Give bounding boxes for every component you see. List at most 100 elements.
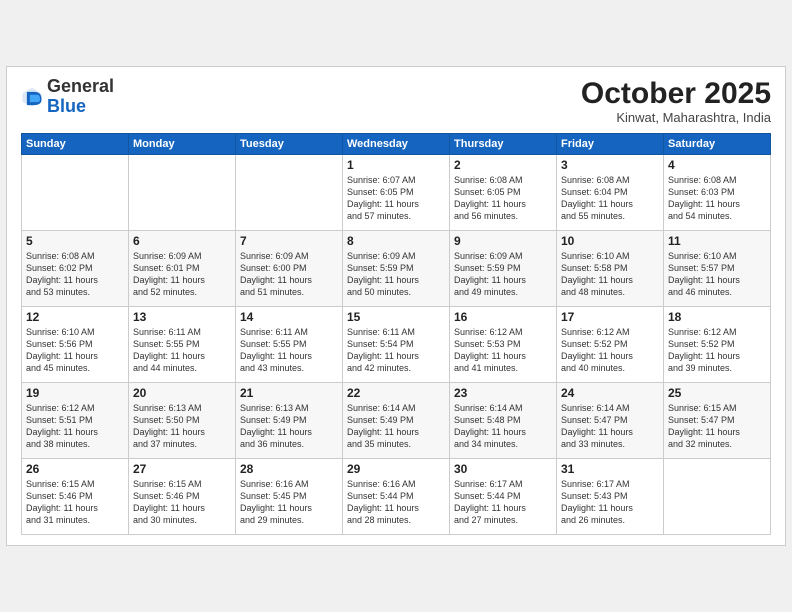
- day-info: Sunrise: 6:09 AMSunset: 6:01 PMDaylight:…: [133, 250, 231, 299]
- week-row-4: 19Sunrise: 6:12 AMSunset: 5:51 PMDayligh…: [22, 383, 771, 459]
- calendar-cell: 5 Sunrise: 6:08 AMSunset: 6:02 PMDaylight…: [22, 231, 129, 307]
- logo-icon: [21, 86, 43, 108]
- day-info: Sunrise: 6:10 AMSunset: 5:58 PMDaylight:…: [561, 250, 659, 299]
- day-info: Sunrise: 6:16 AMSunset: 5:44 PMDaylight:…: [347, 478, 445, 527]
- calendar-cell: [22, 155, 129, 231]
- calendar-cell: 21 Sunrise: 6:13 AMSunset: 5:49 PMDayligh…: [236, 383, 343, 459]
- day-number: 10: [561, 234, 659, 248]
- day-info: Sunrise: 6:14 AMSunset: 5:49 PMDaylight:…: [347, 402, 445, 451]
- day-number: 20: [133, 386, 231, 400]
- day-number: 25: [668, 386, 766, 400]
- day-info: Sunrise: 6:09 AMSunset: 6:00 PMDaylight:…: [240, 250, 338, 299]
- title-section: October 2025 Kinwat, Maharashtra, India: [581, 77, 771, 125]
- day-info: Sunrise: 6:08 AMSunset: 6:03 PMDaylight:…: [668, 174, 766, 223]
- day-number: 13: [133, 310, 231, 324]
- week-row-3: 12 Sunrise: 6:10 AMSunset: 5:56 PMDayligh…: [22, 307, 771, 383]
- calendar-cell: 14 Sunrise: 6:11 AMSunset: 5:55 PMDayligh…: [236, 307, 343, 383]
- day-info: Sunrise: 6:07 AMSunset: 6:05 PMDaylight:…: [347, 174, 445, 223]
- day-number: 24: [561, 386, 659, 400]
- day-number: 22: [347, 386, 445, 400]
- calendar-cell: 16 Sunrise: 6:12 AMSunset: 5:53 PMDayligh…: [450, 307, 557, 383]
- calendar-cell: 19Sunrise: 6:12 AMSunset: 5:51 PMDayligh…: [22, 383, 129, 459]
- day-number: 28: [240, 462, 338, 476]
- logo-area: General Blue: [21, 77, 114, 117]
- day-number: 11: [668, 234, 766, 248]
- day-info: Sunrise: 6:12 AMSunset: 5:53 PMDaylight:…: [454, 326, 552, 375]
- day-info: Sunrise: 6:16 AMSunset: 5:45 PMDaylight:…: [240, 478, 338, 527]
- day-info: Sunrise: 6:09 AMSunset: 5:59 PMDaylight:…: [347, 250, 445, 299]
- calendar-cell: 15 Sunrise: 6:11 AMSunset: 5:54 PMDayligh…: [343, 307, 450, 383]
- day-info: Sunrise: 6:15 AMSunset: 5:46 PMDaylight:…: [26, 478, 124, 527]
- day-info: Sunrise: 6:17 AMSunset: 5:44 PMDaylight:…: [454, 478, 552, 527]
- day-number: 18: [668, 310, 766, 324]
- day-number: 6: [133, 234, 231, 248]
- calendar-cell: 9Sunrise: 6:09 AMSunset: 5:59 PMDaylight…: [450, 231, 557, 307]
- day-number: 23: [454, 386, 552, 400]
- day-info: Sunrise: 6:15 AMSunset: 5:47 PMDaylight:…: [668, 402, 766, 451]
- calendar-cell: 24 Sunrise: 6:14 AMSunset: 5:47 PMDayligh…: [557, 383, 664, 459]
- calendar-cell: [664, 459, 771, 535]
- day-info: Sunrise: 6:14 AMSunset: 5:48 PMDaylight:…: [454, 402, 552, 451]
- calendar-cell: 28 Sunrise: 6:16 AMSunset: 5:45 PMDayligh…: [236, 459, 343, 535]
- calendar-cell: 6 Sunrise: 6:09 AMSunset: 6:01 PMDaylight…: [129, 231, 236, 307]
- day-info: Sunrise: 6:12 AMSunset: 5:52 PMDaylight:…: [561, 326, 659, 375]
- day-number: 4: [668, 158, 766, 172]
- month-title: October 2025: [581, 77, 771, 110]
- day-number: 31: [561, 462, 659, 476]
- calendar-table: SundayMondayTuesdayWednesdayThursdayFrid…: [21, 133, 771, 535]
- day-number: 27: [133, 462, 231, 476]
- day-info: Sunrise: 6:11 AMSunset: 5:55 PMDaylight:…: [240, 326, 338, 375]
- calendar-cell: 30 Sunrise: 6:17 AMSunset: 5:44 PMDayligh…: [450, 459, 557, 535]
- day-number: 26: [26, 462, 124, 476]
- day-number: 12: [26, 310, 124, 324]
- day-number: 17: [561, 310, 659, 324]
- calendar-container: General Blue October 2025 Kinwat, Mahara…: [6, 66, 786, 546]
- calendar-cell: 4 Sunrise: 6:08 AMSunset: 6:03 PMDaylight…: [664, 155, 771, 231]
- day-number: 1: [347, 158, 445, 172]
- calendar-cell: [236, 155, 343, 231]
- day-info: Sunrise: 6:08 AMSunset: 6:04 PMDaylight:…: [561, 174, 659, 223]
- day-info: Sunrise: 6:10 AMSunset: 5:56 PMDaylight:…: [26, 326, 124, 375]
- calendar-cell: 3 Sunrise: 6:08 AMSunset: 6:04 PMDaylight…: [557, 155, 664, 231]
- weekday-header-thursday: Thursday: [450, 134, 557, 155]
- day-number: 14: [240, 310, 338, 324]
- weekday-header-saturday: Saturday: [664, 134, 771, 155]
- day-number: 15: [347, 310, 445, 324]
- header-section: General Blue October 2025 Kinwat, Mahara…: [21, 77, 771, 125]
- calendar-cell: 1 Sunrise: 6:07 AMSunset: 6:05 PMDaylight…: [343, 155, 450, 231]
- day-info: Sunrise: 6:12 AMSunset: 5:52 PMDaylight:…: [668, 326, 766, 375]
- day-info: Sunrise: 6:09 AMSunset: 5:59 PMDaylight:…: [454, 250, 552, 299]
- calendar-cell: 29 Sunrise: 6:16 AMSunset: 5:44 PMDayligh…: [343, 459, 450, 535]
- calendar-cell: 10 Sunrise: 6:10 AMSunset: 5:58 PMDayligh…: [557, 231, 664, 307]
- day-number: 21: [240, 386, 338, 400]
- weekday-header-friday: Friday: [557, 134, 664, 155]
- day-number: 30: [454, 462, 552, 476]
- day-number: 2: [454, 158, 552, 172]
- day-info: Sunrise: 6:10 AMSunset: 5:57 PMDaylight:…: [668, 250, 766, 299]
- weekday-header-sunday: Sunday: [22, 134, 129, 155]
- calendar-cell: [129, 155, 236, 231]
- day-info: Sunrise: 6:13 AMSunset: 5:49 PMDaylight:…: [240, 402, 338, 451]
- day-info: Sunrise: 6:08 AMSunset: 6:05 PMDaylight:…: [454, 174, 552, 223]
- calendar-cell: 17 Sunrise: 6:12 AMSunset: 5:52 PMDayligh…: [557, 307, 664, 383]
- day-number: 5: [26, 234, 124, 248]
- calendar-cell: 2 Sunrise: 6:08 AMSunset: 6:05 PMDaylight…: [450, 155, 557, 231]
- day-number: 16: [454, 310, 552, 324]
- weekday-header-row: SundayMondayTuesdayWednesdayThursdayFrid…: [22, 134, 771, 155]
- day-number: 3: [561, 158, 659, 172]
- weekday-header-wednesday: Wednesday: [343, 134, 450, 155]
- weekday-header-tuesday: Tuesday: [236, 134, 343, 155]
- day-number: 29: [347, 462, 445, 476]
- calendar-cell: 27Sunrise: 6:15 AMSunset: 5:46 PMDayligh…: [129, 459, 236, 535]
- day-info: Sunrise: 6:14 AMSunset: 5:47 PMDaylight:…: [561, 402, 659, 451]
- day-info: Sunrise: 6:08 AMSunset: 6:02 PMDaylight:…: [26, 250, 124, 299]
- day-info: Sunrise: 6:13 AMSunset: 5:50 PMDaylight:…: [133, 402, 231, 451]
- calendar-cell: 12 Sunrise: 6:10 AMSunset: 5:56 PMDayligh…: [22, 307, 129, 383]
- day-number: 7: [240, 234, 338, 248]
- week-row-5: 26 Sunrise: 6:15 AMSunset: 5:46 PMDayligh…: [22, 459, 771, 535]
- calendar-cell: 31Sunrise: 6:17 AMSunset: 5:43 PMDayligh…: [557, 459, 664, 535]
- calendar-cell: 22 Sunrise: 6:14 AMSunset: 5:49 PMDayligh…: [343, 383, 450, 459]
- day-info: Sunrise: 6:11 AMSunset: 5:54 PMDaylight:…: [347, 326, 445, 375]
- calendar-cell: 7 Sunrise: 6:09 AMSunset: 6:00 PMDaylight…: [236, 231, 343, 307]
- calendar-cell: 8Sunrise: 6:09 AMSunset: 5:59 PMDaylight…: [343, 231, 450, 307]
